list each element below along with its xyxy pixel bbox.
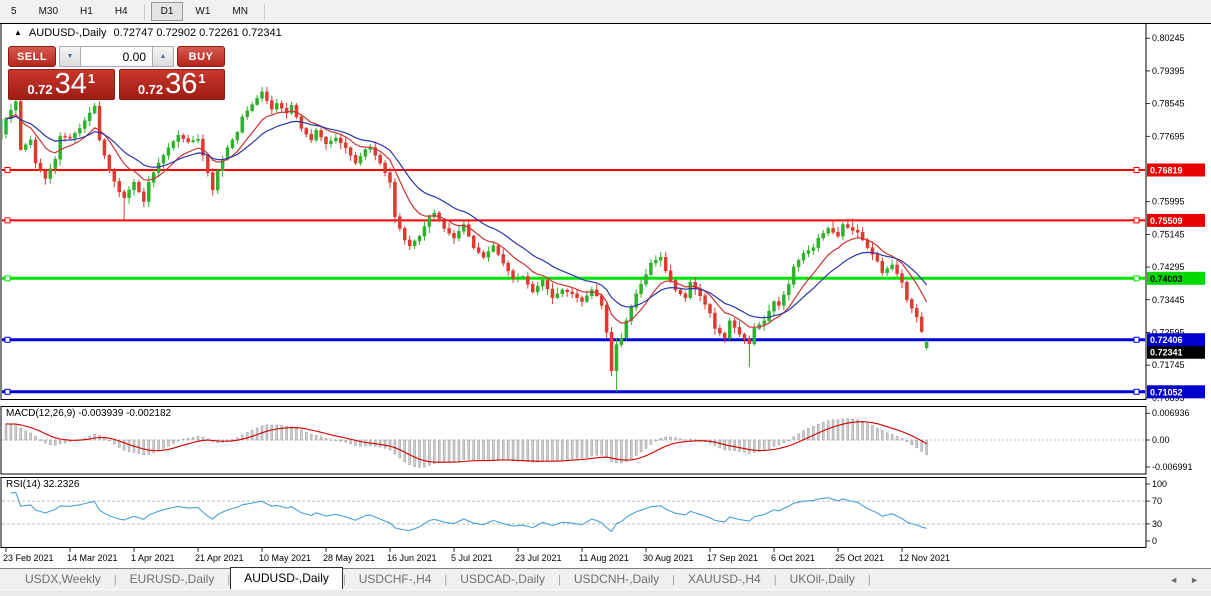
- tab-usdcad-daily[interactable]: USDCAD-,Daily: [447, 570, 558, 589]
- one-click-trading-panel: SELL ▼ ▲ BUY 0.72 34 1 0.72 36 1: [8, 46, 225, 100]
- macd-axis: 0.006936 0.00 -0.006991: [1146, 408, 1193, 472]
- chart-ohlc-values: 0.72747 0.72902 0.72261 0.72341: [114, 27, 282, 39]
- svg-text:0: 0: [1152, 536, 1157, 546]
- svg-text:23 Feb 2021: 23 Feb 2021: [3, 553, 54, 563]
- rsi-panel: [1, 478, 1146, 548]
- rsi-axis: 100 70 30 0: [1146, 479, 1167, 546]
- svg-text:0.73445: 0.73445: [1152, 295, 1185, 305]
- svg-text:0.72406: 0.72406: [1150, 335, 1183, 345]
- svg-text:25 Oct 2021: 25 Oct 2021: [835, 553, 884, 563]
- svg-text:70: 70: [1152, 496, 1162, 506]
- tab-xauusd-h4[interactable]: XAUUSD-,H4: [675, 570, 774, 589]
- svg-text:0.79395: 0.79395: [1152, 66, 1185, 76]
- svg-text:0.71052: 0.71052: [1150, 387, 1183, 397]
- svg-text:30: 30: [1152, 519, 1162, 529]
- svg-text:0.75145: 0.75145: [1152, 229, 1185, 239]
- svg-text:0.72341: 0.72341: [1150, 348, 1183, 358]
- date-axis: 23 Feb 2021 14 Mar 2021 1 Apr 2021 21 Apr 2…: [3, 548, 950, 563]
- sell-price-prefix: 0.72: [27, 82, 52, 97]
- svg-text:23 Jul 2021: 23 Jul 2021: [515, 553, 562, 563]
- timeframe-5[interactable]: 5: [1, 2, 27, 21]
- sell-price-big: 34: [55, 70, 87, 99]
- svg-text:100: 100: [1152, 479, 1167, 489]
- buy-price-prefix: 0.72: [138, 82, 163, 97]
- svg-text:0.006936: 0.006936: [1152, 408, 1190, 418]
- svg-text:0.74003: 0.74003: [1150, 274, 1183, 284]
- buy-price-sup: 1: [198, 71, 205, 86]
- svg-text:21 Apr 2021: 21 Apr 2021: [195, 553, 244, 563]
- svg-text:28 May 2021: 28 May 2021: [323, 553, 375, 563]
- hline-handle: [1134, 337, 1139, 342]
- svg-text:5 Jul 2021: 5 Jul 2021: [451, 553, 493, 563]
- tab-usdx-weekly[interactable]: USDX,Weekly: [12, 570, 114, 589]
- svg-text:0.76819: 0.76819: [1150, 166, 1183, 176]
- svg-text:-0.006991: -0.006991: [1152, 462, 1193, 472]
- volume-input[interactable]: [81, 46, 152, 67]
- volume-increase-icon[interactable]: ▲: [152, 46, 174, 67]
- svg-text:0.75509: 0.75509: [1150, 216, 1183, 226]
- buy-button[interactable]: BUY: [177, 46, 225, 67]
- chart-title-row: ▲ AUDUSD-,Daily 0.72747 0.72902 0.72261 …: [14, 27, 282, 39]
- chart-title: AUDUSD-,Daily: [29, 27, 107, 39]
- hline-handle: [5, 337, 10, 342]
- svg-text:17 Sep 2021: 17 Sep 2021: [707, 553, 758, 563]
- tab-scroll-right-icon[interactable]: ►: [1188, 575, 1201, 585]
- timeframe-h1[interactable]: H1: [70, 2, 103, 21]
- macd-indicator-label: MACD(12,26,9) -0.003939 -0.002182: [6, 408, 171, 419]
- hline-handle: [5, 276, 10, 281]
- timeframe-toolbar: 5M30H1H4 D1W1MN: [0, 0, 1211, 23]
- hline-handle: [5, 168, 10, 173]
- rsi-indicator-label: RSI(14) 32.2326: [6, 479, 79, 490]
- hline-handle: [5, 218, 10, 223]
- hline-handle: [1134, 168, 1139, 173]
- hline-handle: [1134, 389, 1139, 394]
- timeframe-m30[interactable]: M30: [29, 2, 68, 21]
- tab-usdchf-h4[interactable]: USDCHF-,H4: [346, 570, 445, 589]
- hline-handle: [1134, 276, 1139, 281]
- tab-scroll-left-icon[interactable]: ◄: [1167, 575, 1180, 585]
- tab-separator: |: [868, 574, 871, 589]
- collapse-trade-panel-icon[interactable]: ▲: [14, 29, 22, 37]
- buy-price-big: 36: [165, 70, 197, 99]
- hline-handle: [1134, 218, 1139, 223]
- tab-ukoil-daily[interactable]: UKOil-,Daily: [777, 570, 868, 589]
- buy-price-box[interactable]: 0.72 36 1: [119, 69, 226, 100]
- timeframe-mn[interactable]: MN: [222, 2, 258, 21]
- svg-text:0.75995: 0.75995: [1152, 197, 1185, 207]
- timeframe-w1[interactable]: W1: [185, 2, 220, 21]
- svg-text:0.78545: 0.78545: [1152, 99, 1185, 109]
- svg-text:0.77695: 0.77695: [1152, 131, 1185, 141]
- tab-scroll-arrows: ◄►: [1167, 575, 1201, 589]
- toolbar-separator: [264, 4, 265, 20]
- svg-text:0.00: 0.00: [1152, 435, 1170, 445]
- timeframe-d1[interactable]: D1: [151, 2, 184, 21]
- tab-eurusd-daily[interactable]: EURUSD-,Daily: [117, 570, 228, 589]
- sell-price-sup: 1: [88, 71, 95, 86]
- svg-text:16 Jun 2021: 16 Jun 2021: [387, 553, 437, 563]
- chart-tabs: USDX,Weekly|EURUSD-,Daily|AUDUSD-,Daily|…: [0, 568, 1211, 589]
- svg-text:10 May 2021: 10 May 2021: [259, 553, 311, 563]
- svg-text:0.80245: 0.80245: [1152, 33, 1185, 43]
- svg-text:1 Apr 2021: 1 Apr 2021: [131, 553, 175, 563]
- tab-audusd-daily[interactable]: AUDUSD-,Daily: [230, 567, 343, 589]
- hline-handle: [5, 389, 10, 394]
- svg-text:6 Oct 2021: 6 Oct 2021: [771, 553, 815, 563]
- svg-text:30 Aug 2021: 30 Aug 2021: [643, 553, 694, 563]
- volume-decrease-icon[interactable]: ▼: [59, 46, 81, 67]
- sell-price-box[interactable]: 0.72 34 1: [8, 69, 115, 100]
- toolbar-separator: [144, 4, 145, 20]
- price-axis: 0.80245 0.79395 0.78545 0.77695 0.75995 0.751…: [1146, 33, 1205, 403]
- sell-button[interactable]: SELL: [8, 46, 56, 67]
- tab-usdcnh-daily[interactable]: USDCNH-,Daily: [561, 570, 672, 589]
- svg-text:11 Aug 2021: 11 Aug 2021: [579, 553, 629, 563]
- svg-text:0.71745: 0.71745: [1152, 360, 1185, 370]
- svg-text:0.74295: 0.74295: [1152, 262, 1185, 272]
- timeframe-h4[interactable]: H4: [105, 2, 138, 21]
- svg-text:14 Mar 2021: 14 Mar 2021: [67, 553, 118, 563]
- volume-spinner: ▼ ▲: [59, 46, 174, 67]
- svg-text:12 Nov 2021: 12 Nov 2021: [899, 553, 950, 563]
